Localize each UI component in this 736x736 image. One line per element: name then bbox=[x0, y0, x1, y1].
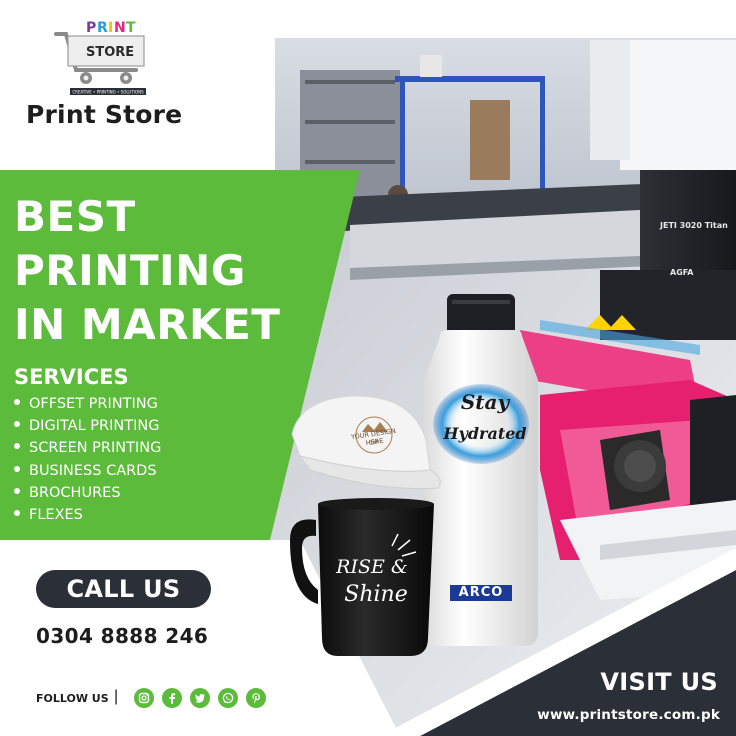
visit-us-label: VISIT US bbox=[600, 668, 718, 696]
bullet-icon bbox=[14, 510, 20, 517]
service-label: SCREEN PRINTING bbox=[29, 440, 162, 457]
bullet-icon bbox=[14, 421, 20, 428]
bullet-icon bbox=[14, 399, 20, 405]
website-link[interactable]: www.printstore.com.pk bbox=[537, 707, 720, 723]
print-store-logo: P R I N T STORE CREATIVE • PRINTING • SO… bbox=[54, 20, 146, 95]
service-label: BROCHURES bbox=[29, 484, 121, 501]
mug-text-line-2: Shine bbox=[344, 582, 408, 607]
service-item: SCREEN PRINTING bbox=[14, 437, 161, 459]
svg-text:I: I bbox=[108, 20, 113, 36]
headline-line-2: PRINTING bbox=[14, 246, 246, 295]
service-label: OFFSET PRINTING bbox=[29, 396, 158, 412]
brand-name: Print Store bbox=[26, 100, 183, 129]
service-item: FLEXES bbox=[14, 504, 161, 526]
instagram-icon[interactable] bbox=[134, 688, 154, 708]
headline-line-1: BEST bbox=[14, 192, 136, 241]
poster: P R I N T STORE CREATIVE • PRINTING • SO… bbox=[0, 0, 736, 736]
bullet-icon bbox=[14, 465, 20, 472]
service-item: BUSINESS CARDS bbox=[14, 460, 161, 482]
services-title: SERVICES bbox=[14, 365, 129, 389]
svg-text:STORE: STORE bbox=[86, 45, 134, 60]
printer-model-label: JETI 3020 Titan bbox=[660, 221, 728, 230]
service-item: BROCHURES bbox=[14, 482, 161, 504]
follow-separator: | bbox=[114, 688, 119, 705]
bottle-text-line-1: Stay bbox=[460, 390, 510, 414]
service-label: DIGITAL PRINTING bbox=[29, 418, 160, 435]
bottle-text-line-2: Hydrated bbox=[443, 424, 527, 443]
facebook-icon[interactable] bbox=[162, 688, 182, 708]
svg-text:R: R bbox=[97, 20, 108, 36]
service-label: BUSINESS CARDS bbox=[29, 462, 157, 479]
printer-brand-label: AGFA bbox=[670, 268, 694, 277]
social-icons bbox=[134, 688, 266, 708]
whatsapp-icon[interactable] bbox=[218, 688, 238, 708]
service-item: DIGITAL PRINTING bbox=[14, 415, 161, 437]
bottle-brand: ARCO bbox=[450, 585, 512, 601]
services-list: OFFSET PRINTING DIGITAL PRINTING SCREEN … bbox=[14, 393, 161, 526]
call-us-button[interactable]: CALL US bbox=[36, 570, 211, 608]
twitter-icon[interactable] bbox=[190, 688, 210, 708]
svg-text:P: P bbox=[86, 20, 96, 36]
pinterest-icon[interactable] bbox=[246, 688, 266, 708]
svg-text:CREATIVE • PRINTING • SOLUTION: CREATIVE • PRINTING • SOLUTIONS bbox=[72, 90, 144, 95]
mug-text-line-1: RISE & bbox=[336, 556, 408, 578]
service-item: OFFSET PRINTING bbox=[14, 393, 161, 415]
headline-line-3: IN MARKET bbox=[14, 300, 281, 349]
bullet-icon bbox=[14, 443, 20, 450]
bullet-icon bbox=[14, 487, 20, 494]
phone-number[interactable]: 0304 8888 246 bbox=[36, 624, 208, 648]
follow-us-label: FOLLOW US bbox=[36, 692, 109, 705]
svg-text:N: N bbox=[114, 20, 126, 36]
service-label: FLEXES bbox=[29, 507, 83, 524]
svg-text:T: T bbox=[126, 20, 136, 36]
call-us-label: CALL US bbox=[66, 575, 181, 603]
